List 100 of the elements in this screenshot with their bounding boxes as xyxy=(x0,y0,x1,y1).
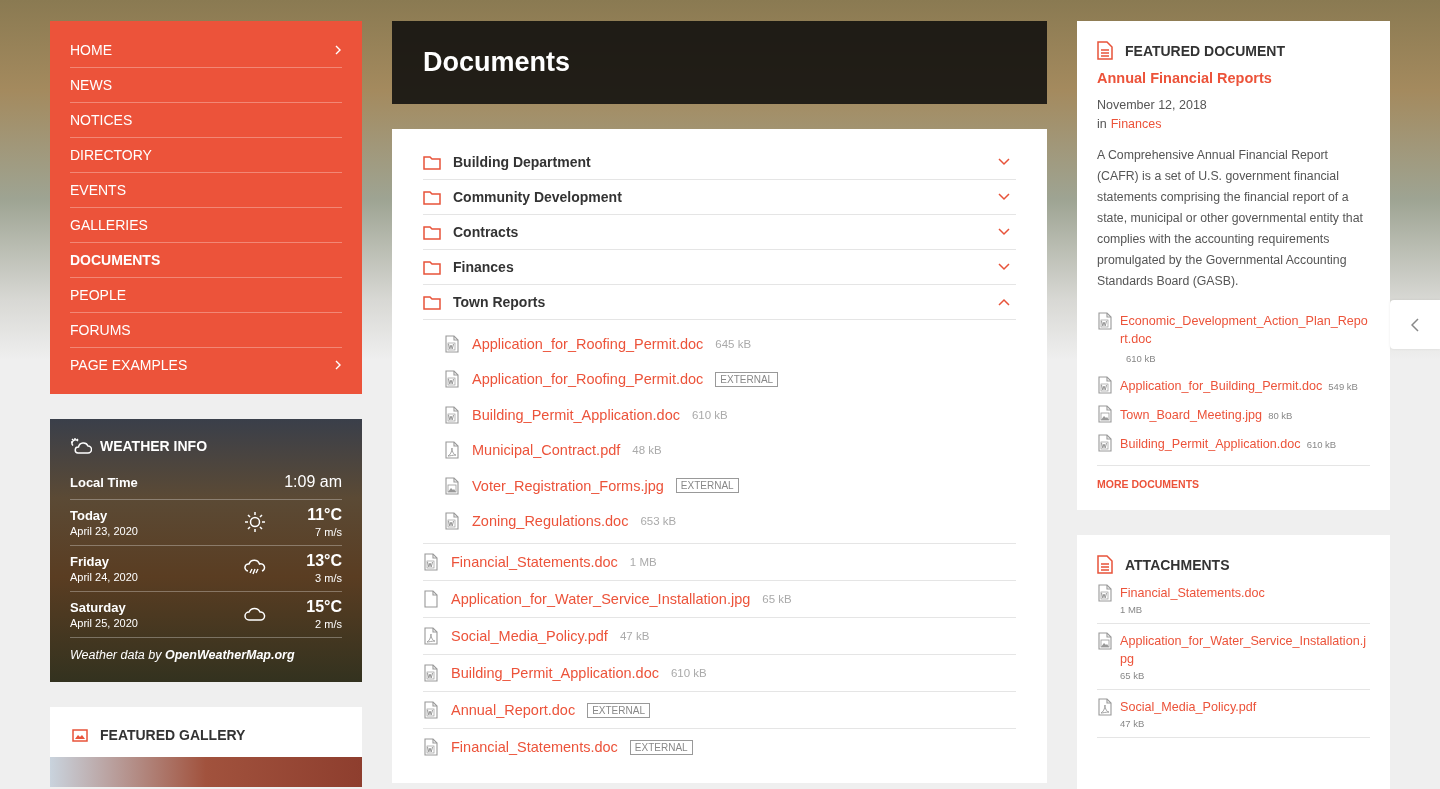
word-file-icon xyxy=(444,512,460,531)
word-file-icon xyxy=(444,334,460,353)
file-size: 65 kB xyxy=(762,593,792,605)
folder-row[interactable]: Town Reports xyxy=(423,285,1016,320)
nav-item[interactable]: DOCUMENTS xyxy=(70,243,342,278)
folder-row[interactable]: Finances xyxy=(423,250,1016,285)
wind-speed: 7 m/s xyxy=(315,526,342,538)
sun-cloud-icon xyxy=(70,437,92,455)
file-size: 48 kB xyxy=(632,444,662,457)
file-size: 65 kB xyxy=(1120,670,1146,681)
word-file-icon xyxy=(1097,584,1113,602)
image-file-icon xyxy=(1097,405,1113,423)
chevron-down-icon xyxy=(998,158,1010,166)
weather-credit: Weather data by OpenWeatherMap.org xyxy=(70,648,296,662)
nav-item[interactable]: PAGE EXAMPLES xyxy=(70,348,342,382)
file-link[interactable]: Building_Permit_Application.doc xyxy=(472,406,680,423)
local-time-label: Local Time xyxy=(70,474,138,490)
file-link[interactable]: Town_Board_Meeting.jpg xyxy=(1120,406,1263,424)
day-name: Friday xyxy=(70,553,110,569)
folder-icon xyxy=(423,189,441,205)
day-date: April 25, 2020 xyxy=(70,616,139,629)
file-link[interactable]: Application_for_Water_Service_Installation.jpg xyxy=(1120,632,1370,668)
temperature: 13°C xyxy=(306,552,342,570)
card-title: ATTACHMENTS xyxy=(1125,556,1230,573)
file-link[interactable]: Financial_Statements.doc xyxy=(451,554,618,570)
chevron-down-icon xyxy=(998,193,1010,201)
chevron-up-icon xyxy=(998,298,1010,306)
file-link[interactable]: Zoning_Regulations.doc xyxy=(472,513,629,530)
day-name: Today xyxy=(70,507,109,523)
file-size: 610 kB xyxy=(1306,439,1337,450)
chevron-down-icon xyxy=(998,228,1010,236)
file-size: 549 kB xyxy=(1328,381,1358,392)
file-link[interactable]: Economic_Development_Action_Plan_Report.doc xyxy=(1120,312,1370,348)
nav-item[interactable]: HOME xyxy=(70,33,342,68)
file-link[interactable]: Financial_Statements.doc xyxy=(1120,584,1265,602)
pdf-file-icon xyxy=(1097,698,1113,716)
chevron-down-icon xyxy=(998,263,1010,271)
external-tag: EXTERNAL xyxy=(715,371,779,387)
file-link[interactable]: Application_for_Building_Permit.doc xyxy=(1120,377,1323,395)
card-title: FEATURED DOCUMENT xyxy=(1125,42,1285,59)
folder-icon xyxy=(423,154,441,170)
file-link[interactable]: Voter_Registration_Forms.jpg xyxy=(472,477,664,494)
file-link[interactable]: Municipal_Contract.pdf xyxy=(472,442,621,459)
local-time: 1:09 am xyxy=(284,473,342,491)
nav-item[interactable]: EVENTS xyxy=(70,173,342,208)
file-link[interactable]: Annual_Report.doc xyxy=(451,702,576,718)
file-size: 1 MB xyxy=(629,556,657,568)
file-link[interactable]: Building_Permit_Application.doc xyxy=(1120,435,1301,453)
word-file-icon xyxy=(423,701,439,719)
document-title-link[interactable]: Annual Financial Reports xyxy=(1097,70,1370,86)
folder-row[interactable]: Building Department xyxy=(423,145,1016,180)
external-tag: EXTERNAL xyxy=(629,739,693,755)
widget-title: WEATHER INFO xyxy=(100,438,208,454)
nav-item[interactable]: DIRECTORY xyxy=(70,138,342,173)
word-file-icon xyxy=(423,553,439,571)
file-size: 1 MB xyxy=(1120,604,1144,615)
file-link[interactable]: Application_for_Roofing_Permit.doc xyxy=(472,371,704,388)
external-tag: EXTERNAL xyxy=(587,702,650,718)
document-date: November 12, 2018 xyxy=(1097,98,1208,112)
wind-speed: 3 m/s xyxy=(315,572,342,584)
day-date: April 23, 2020 xyxy=(70,524,139,537)
cloud-icon xyxy=(244,606,266,622)
file-size: 47 kB xyxy=(619,630,650,642)
nav-item[interactable]: GALLERIES xyxy=(70,208,342,243)
file-size: 653 kB xyxy=(640,515,677,528)
category-link[interactable]: Finances xyxy=(1110,117,1162,131)
nav-item[interactable]: NEWS xyxy=(70,68,342,103)
folder-icon xyxy=(423,294,441,310)
external-tag: EXTERNAL xyxy=(675,478,739,494)
file-size: 645 kB xyxy=(715,337,752,350)
folder-row[interactable]: Contracts xyxy=(423,215,1016,250)
pdf-file-icon xyxy=(423,627,439,645)
folder-row[interactable]: Community Development xyxy=(423,180,1016,215)
file-size: 610 kB xyxy=(691,408,728,421)
document-icon xyxy=(1097,41,1113,60)
sun-icon xyxy=(244,511,266,533)
panel-toggle-button[interactable] xyxy=(1390,300,1440,349)
file-link[interactable]: Social_Media_Policy.pdf xyxy=(1120,698,1257,716)
folder-icon xyxy=(423,259,441,275)
file-link[interactable]: Application_for_Water_Service_Installation.jpg xyxy=(451,591,751,607)
file-link[interactable]: Social_Media_Policy.pdf xyxy=(451,628,608,644)
nav-item[interactable]: PEOPLE xyxy=(70,278,342,313)
blank-file-icon xyxy=(423,590,439,608)
category-prefix: in xyxy=(1097,117,1107,131)
file-link[interactable]: Financial_Statements.doc xyxy=(451,739,618,755)
nav-item[interactable]: NOTICES xyxy=(70,103,342,138)
file-link[interactable]: Building_Permit_Application.doc xyxy=(451,665,659,681)
folder-icon xyxy=(423,224,441,240)
day-name: Saturday xyxy=(70,599,127,615)
more-documents-link[interactable]: MORE DOCUMENTS xyxy=(1097,478,1370,490)
image-file-icon xyxy=(444,476,460,495)
word-file-icon xyxy=(444,370,460,389)
word-file-icon xyxy=(1097,312,1113,330)
document-description: A Comprehensive Annual Financial Report (CAFR) is a set of U.S. government financial statements comprising the financial report of a state, municipal or other governmental entity that complies with the accounting requirements promulgated by the Governmental Accounting Standards Board (GASB). xyxy=(1097,147,1364,290)
file-size: 610 kB xyxy=(670,667,707,679)
chevron-left-icon xyxy=(1411,317,1419,332)
file-link[interactable]: Application_for_Roofing_Permit.doc xyxy=(472,335,704,352)
temperature: 11°C xyxy=(307,506,342,524)
word-file-icon xyxy=(1097,376,1113,394)
nav-item[interactable]: FORUMS xyxy=(70,313,342,348)
